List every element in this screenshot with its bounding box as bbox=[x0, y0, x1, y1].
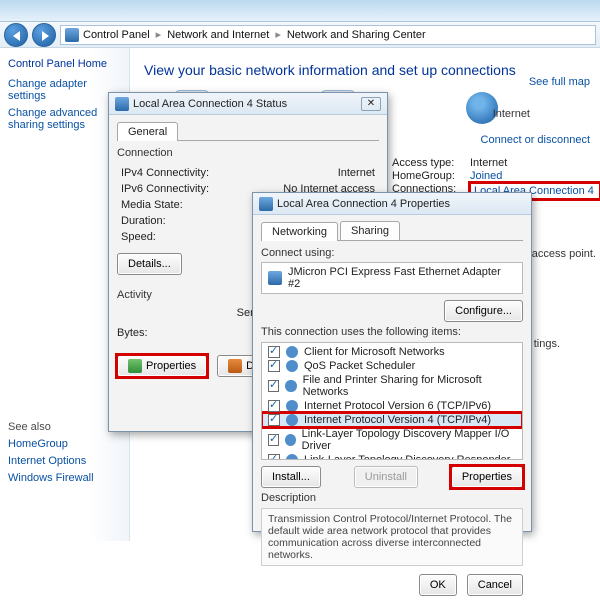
seealso-inet-options[interactable]: Internet Options bbox=[8, 455, 121, 467]
list-item[interactable]: QoS Packet Scheduler bbox=[262, 359, 522, 373]
control-panel-icon bbox=[65, 28, 79, 42]
connect-using-label: Connect using: bbox=[261, 247, 523, 259]
list-item[interactable]: Internet Protocol Version 6 (TCP/IPv6) bbox=[262, 399, 522, 413]
properties-button[interactable]: Properties bbox=[117, 355, 207, 377]
ipv4-value: Internet bbox=[338, 167, 375, 179]
crumb-control-panel[interactable]: Control Panel bbox=[83, 29, 150, 41]
network-icon bbox=[115, 97, 129, 111]
component-icon bbox=[286, 454, 298, 460]
list-item-ipv4[interactable]: Internet Protocol Version 4 (TCP/IPv4) bbox=[262, 413, 522, 427]
seealso-firewall[interactable]: Windows Firewall bbox=[8, 472, 121, 484]
internet-label: Internet bbox=[493, 108, 530, 120]
description-text: Transmission Control Protocol/Internet P… bbox=[261, 508, 523, 566]
properties-dialog-titlebar[interactable]: Local Area Connection 4 Properties bbox=[253, 193, 531, 215]
ok-button[interactable]: OK bbox=[419, 574, 457, 596]
properties-dialog-title: Local Area Connection 4 Properties bbox=[277, 198, 450, 210]
description-label: Description bbox=[261, 492, 523, 504]
checkbox-icon[interactable] bbox=[268, 434, 279, 446]
uses-label: This connection uses the following items… bbox=[261, 326, 523, 338]
checkbox-icon[interactable] bbox=[268, 380, 279, 392]
component-icon bbox=[286, 414, 298, 426]
media-label: Media State: bbox=[121, 199, 183, 211]
details-button[interactable]: Details... bbox=[117, 253, 182, 275]
component-icon bbox=[285, 380, 296, 392]
crumb-sharing-center[interactable]: Network and Sharing Center bbox=[287, 29, 426, 41]
connect-disconnect-link[interactable]: Connect or disconnect bbox=[481, 134, 590, 146]
sidebar-change-sharing[interactable]: Change advanced sharing settings bbox=[8, 107, 121, 131]
properties-button-highlight: Properties bbox=[117, 355, 207, 377]
checkbox-icon[interactable] bbox=[268, 454, 280, 460]
status-dialog-title: Local Area Connection 4 Status bbox=[133, 98, 287, 110]
speed-label: Speed: bbox=[121, 231, 156, 243]
text-fragment: tings. bbox=[534, 338, 560, 350]
see-full-map-link[interactable]: See full map bbox=[529, 76, 590, 88]
seealso-homegroup[interactable]: HomeGroup bbox=[8, 438, 121, 450]
tab-sharing[interactable]: Sharing bbox=[340, 221, 400, 240]
configure-button[interactable]: Configure... bbox=[444, 300, 523, 322]
access-type-value: Internet bbox=[470, 157, 600, 169]
access-type-label: Access type: bbox=[392, 157, 462, 169]
shield-icon bbox=[128, 359, 142, 373]
sidebar-home[interactable]: Control Panel Home bbox=[8, 58, 121, 70]
see-also-title: See also bbox=[8, 421, 121, 433]
tab-general[interactable]: General bbox=[117, 122, 178, 141]
checkbox-icon[interactable] bbox=[268, 400, 280, 412]
item-properties-highlight: Properties bbox=[451, 466, 523, 488]
tab-networking[interactable]: Networking bbox=[261, 222, 338, 241]
ipv6-label: IPv6 Connectivity: bbox=[121, 183, 209, 195]
list-item[interactable]: File and Printer Sharing for Microsoft N… bbox=[262, 373, 522, 399]
window-glass-strip bbox=[0, 0, 600, 22]
uninstall-button: Uninstall bbox=[354, 466, 418, 488]
homegroup-label: HomeGroup: bbox=[392, 170, 462, 182]
bytes-label: Bytes: bbox=[117, 327, 148, 339]
adapter-icon bbox=[268, 271, 282, 285]
components-list[interactable]: Client for Microsoft Networks QoS Packet… bbox=[261, 342, 523, 460]
list-item[interactable]: Link-Layer Topology Discovery Responder bbox=[262, 453, 522, 460]
item-properties-button[interactable]: Properties bbox=[451, 466, 523, 488]
group-connection: Connection bbox=[117, 147, 379, 159]
checkbox-icon[interactable] bbox=[268, 346, 280, 358]
list-item[interactable]: Client for Microsoft Networks bbox=[262, 345, 522, 359]
ipv4-label: IPv4 Connectivity: bbox=[121, 167, 209, 179]
breadcrumb[interactable]: Control Panel ▸ Network and Internet ▸ N… bbox=[60, 25, 596, 45]
component-icon bbox=[286, 400, 298, 412]
duration-label: Duration: bbox=[121, 215, 166, 227]
install-button[interactable]: Install... bbox=[261, 466, 321, 488]
homegroup-value[interactable]: Joined bbox=[470, 170, 600, 182]
checkbox-icon[interactable] bbox=[268, 414, 280, 426]
shield-icon bbox=[228, 359, 242, 373]
component-icon bbox=[285, 434, 296, 446]
adapter-box: JMicron PCI Express Fast Ethernet Adapte… bbox=[261, 262, 523, 294]
status-dialog-titlebar[interactable]: Local Area Connection 4 Status ✕ bbox=[109, 93, 387, 115]
adapter-name: JMicron PCI Express Fast Ethernet Adapte… bbox=[288, 266, 516, 290]
cancel-button[interactable]: Cancel bbox=[467, 574, 523, 596]
back-button[interactable] bbox=[4, 23, 28, 47]
chevron-right-icon: ▸ bbox=[156, 28, 162, 41]
crumb-network-internet[interactable]: Network and Internet bbox=[167, 29, 269, 41]
component-icon bbox=[286, 360, 298, 372]
close-icon[interactable]: ✕ bbox=[361, 97, 381, 111]
network-icon bbox=[259, 197, 273, 211]
properties-dialog: Local Area Connection 4 Properties Netwo… bbox=[252, 192, 532, 532]
forward-button[interactable] bbox=[32, 23, 56, 47]
sidebar-change-adapter[interactable]: Change adapter settings bbox=[8, 78, 121, 102]
chevron-right-icon: ▸ bbox=[275, 28, 281, 41]
component-icon bbox=[286, 346, 298, 358]
address-toolbar: Control Panel ▸ Network and Internet ▸ N… bbox=[0, 22, 600, 48]
checkbox-icon[interactable] bbox=[268, 360, 280, 372]
list-item[interactable]: Link-Layer Topology Discovery Mapper I/O… bbox=[262, 427, 522, 453]
